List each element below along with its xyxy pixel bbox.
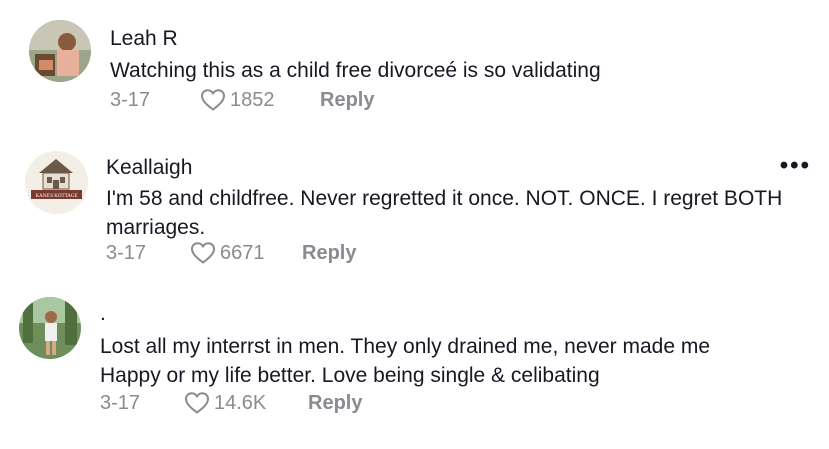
like-button[interactable]: 6671	[190, 241, 302, 265]
comment-text: I'm 58 and childfree. Never regretted it…	[106, 187, 783, 239]
like-count: 14.6K	[214, 391, 267, 414]
comment-date: 3-17	[110, 88, 151, 111]
avatar[interactable]: KANE'S KOTTAGE	[25, 151, 88, 214]
like-button[interactable]: 14.6K	[184, 391, 308, 415]
comment-text: Watching this as a child free divorceé i…	[110, 59, 601, 82]
heart-icon	[184, 392, 210, 414]
comment-item: . Lost all my interrst in men. They only…	[0, 280, 829, 449]
like-count: 1852	[230, 88, 275, 111]
comment-date: 3-17	[106, 241, 147, 264]
like-button[interactable]: 1852	[200, 88, 320, 112]
comment-username[interactable]: Keallaigh	[106, 156, 192, 180]
avatar[interactable]	[19, 297, 81, 359]
avatar[interactable]	[29, 20, 91, 82]
comment-meta: 3-17 14.6K Reply	[100, 391, 362, 415]
reply-button[interactable]: Reply	[320, 89, 374, 112]
heart-icon	[200, 89, 226, 111]
comment-username[interactable]: .	[100, 302, 106, 326]
more-options-button[interactable]: •••	[780, 152, 811, 180]
comment-username[interactable]: Leah R	[110, 27, 178, 51]
heart-icon	[190, 242, 216, 264]
comment-meta: 3-17 1852 Reply	[110, 88, 374, 112]
like-count: 6671	[220, 241, 265, 264]
comment-text: Lost all my interrst in men. They only d…	[100, 335, 711, 387]
comment-item: KANE'S KOTTAGE Keallaigh ••• I'm 58 and …	[0, 140, 829, 280]
comment-date: 3-17	[100, 391, 141, 414]
comment-meta: 3-17 6671 Reply	[106, 241, 356, 265]
comment-item: Leah R Watching this as a child free div…	[0, 0, 829, 140]
reply-button[interactable]: Reply	[308, 392, 362, 415]
reply-button[interactable]: Reply	[302, 242, 356, 265]
avatar-logo-text: KANE'S KOTTAGE	[35, 194, 77, 199]
